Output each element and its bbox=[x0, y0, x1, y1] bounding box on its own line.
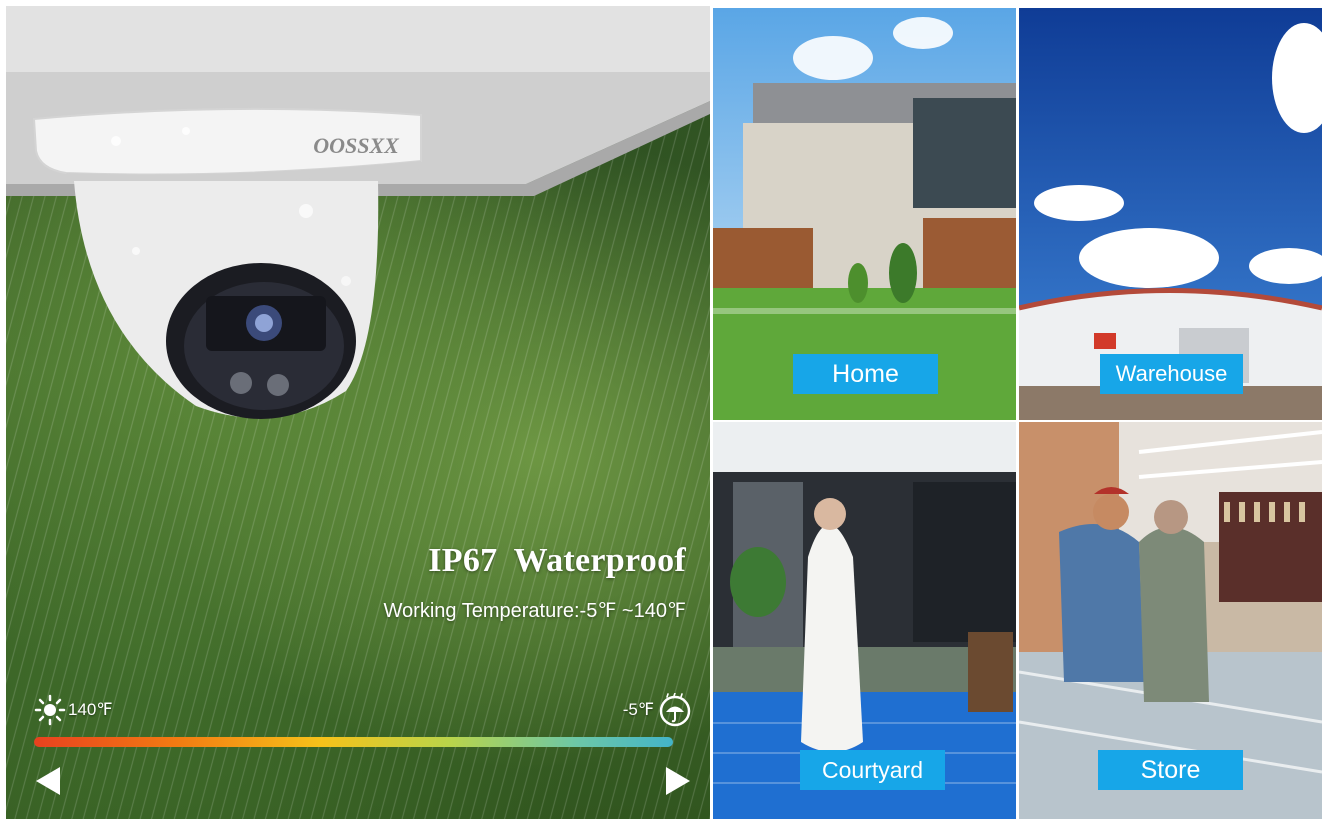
scenario-tile-home[interactable]: Home bbox=[713, 8, 1016, 420]
arrow-left-icon[interactable] bbox=[36, 767, 60, 795]
min-temperature-indicator: -5℉ bbox=[623, 692, 692, 728]
waterproof-headline: IP67 Waterproof bbox=[428, 542, 686, 579]
scenario-label-home: Home bbox=[793, 354, 938, 394]
scenario-tile-warehouse[interactable]: Warehouse bbox=[1019, 8, 1322, 420]
scenario-tile-store[interactable]: Store bbox=[1019, 422, 1322, 819]
dome-camera-illustration: OOSSXX bbox=[32, 107, 422, 419]
max-temperature-indicator: 140℉ bbox=[34, 692, 113, 728]
umbrella-rain-icon bbox=[659, 693, 691, 727]
temperature-gradient-bar bbox=[34, 737, 673, 747]
arrow-right-icon[interactable] bbox=[666, 767, 690, 795]
scenario-label-warehouse: Warehouse bbox=[1100, 354, 1243, 394]
max-temperature-value: 140℉ bbox=[68, 700, 113, 719]
working-temperature-text: Working Temperature:-5℉ ~140℉ bbox=[383, 600, 686, 622]
waterproof-hero-panel: OOSSXX IP67 Waterproof Working Temperatu… bbox=[6, 6, 710, 819]
sun-icon bbox=[34, 694, 66, 726]
min-temperature-value: -5℉ bbox=[622, 700, 654, 719]
scenario-label-courtyard: Courtyard bbox=[800, 750, 945, 790]
scenario-label-store: Store bbox=[1098, 750, 1243, 790]
svg-text:OOSSXX: OOSSXX bbox=[313, 133, 400, 158]
scenario-tile-courtyard[interactable]: Courtyard bbox=[713, 422, 1016, 819]
